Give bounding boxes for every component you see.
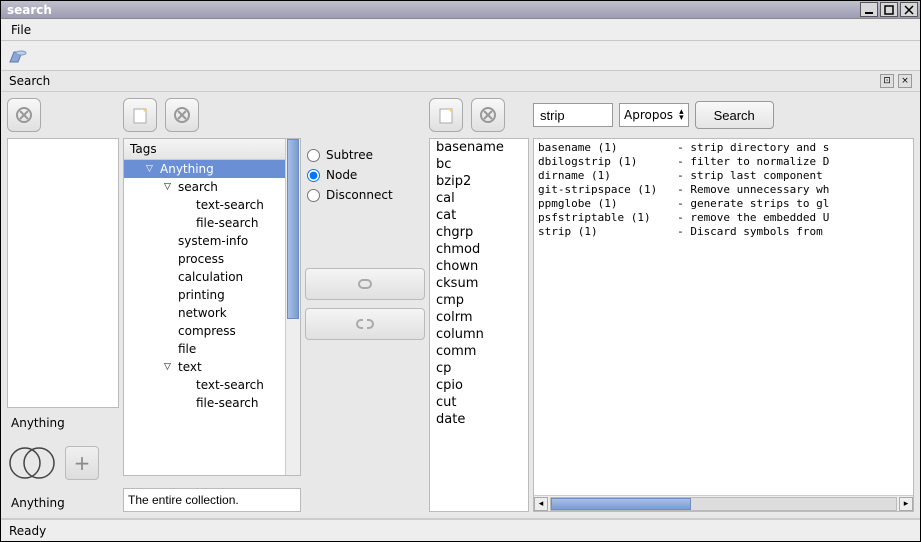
- tags-header: Tags: [124, 139, 300, 160]
- tree-item[interactable]: file-search: [124, 214, 300, 232]
- tag-description-input[interactable]: [123, 488, 301, 512]
- tree-item[interactable]: ▽ Anything: [124, 160, 300, 178]
- status-text: Ready: [9, 524, 46, 538]
- command-list[interactable]: basenamebcbzip2calcatchgrpchmodchowncksu…: [429, 138, 529, 512]
- tree-item[interactable]: ▽ search: [124, 178, 300, 196]
- tree-item[interactable]: printing: [124, 286, 300, 304]
- combo-arrows-icon: ▴▾: [679, 109, 684, 121]
- result-line[interactable]: git-stripspace (1) - Remove unnecessary …: [538, 183, 909, 197]
- new-cmd-button[interactable]: [429, 98, 463, 132]
- list-item[interactable]: bzip2: [430, 173, 528, 190]
- tree-item[interactable]: system-info: [124, 232, 300, 250]
- tree-item[interactable]: ▽ text: [124, 358, 300, 376]
- result-line[interactable]: dirname (1) - strip last component: [538, 169, 909, 183]
- unlink-button[interactable]: [305, 308, 425, 340]
- add-button[interactable]: +: [65, 446, 99, 480]
- list-item[interactable]: comm: [430, 343, 528, 360]
- list-item[interactable]: cut: [430, 394, 528, 411]
- tree-item[interactable]: text-search: [124, 196, 300, 214]
- list-item[interactable]: date: [430, 411, 528, 428]
- tree-item[interactable]: process: [124, 250, 300, 268]
- list-item[interactable]: cksum: [430, 275, 528, 292]
- tree-item[interactable]: file-search: [124, 394, 300, 412]
- result-line[interactable]: psfstriptable (1) - remove the embedded …: [538, 211, 909, 225]
- result-line[interactable]: dbilogstrip (1) - filter to normalize D: [538, 155, 909, 169]
- search-button[interactable]: Search: [695, 101, 774, 129]
- result-line[interactable]: basename (1) - strip directory and s: [538, 141, 909, 155]
- list-item[interactable]: colrm: [430, 309, 528, 326]
- tool-icon[interactable]: [7, 45, 29, 67]
- clear-tag-button[interactable]: [165, 98, 199, 132]
- new-tag-button[interactable]: [123, 98, 157, 132]
- menu-file[interactable]: File: [1, 20, 41, 40]
- list-item[interactable]: cat: [430, 207, 528, 224]
- list-item[interactable]: chown: [430, 258, 528, 275]
- anything-label-1: Anything: [7, 414, 119, 432]
- list-item[interactable]: chgrp: [430, 224, 528, 241]
- hscroll-right-icon[interactable]: ▸: [899, 497, 913, 511]
- statusbar: Ready: [1, 519, 920, 541]
- list-item[interactable]: cal: [430, 190, 528, 207]
- toolbar: [1, 41, 920, 71]
- list-item[interactable]: cmp: [430, 292, 528, 309]
- radio-node[interactable]: Node: [307, 168, 423, 182]
- list-item[interactable]: cpio: [430, 377, 528, 394]
- venn-icon[interactable]: [7, 438, 57, 488]
- subheader-label: Search: [9, 74, 50, 88]
- results-pane[interactable]: basename (1) - strip directory and sdbil…: [534, 139, 913, 495]
- menubar: File: [1, 19, 920, 41]
- titlebar: search: [1, 1, 920, 19]
- result-line[interactable]: strip (1) - Discard symbols from: [538, 225, 909, 239]
- selection-panel: [7, 138, 119, 408]
- tree-item[interactable]: text-search: [124, 376, 300, 394]
- close-button[interactable]: [900, 2, 918, 17]
- result-line[interactable]: ppmglobe (1) - generate strips to gl: [538, 197, 909, 211]
- tree-item[interactable]: compress: [124, 322, 300, 340]
- hscroll-left-icon[interactable]: ◂: [534, 497, 548, 511]
- list-item[interactable]: bc: [430, 156, 528, 173]
- tags-scrollbar[interactable]: [285, 160, 300, 426]
- list-item[interactable]: chmod: [430, 241, 528, 258]
- subheader: Search ⊡ ×: [1, 71, 920, 92]
- search-input[interactable]: [533, 103, 613, 127]
- results-hscroll[interactable]: ◂ ▸: [534, 495, 913, 511]
- tags-tree[interactable]: ▽ Anything▽ searchtext-searchfile-search…: [124, 160, 300, 426]
- search-mode-combo[interactable]: Apropos ▴▾: [619, 103, 689, 127]
- link-button[interactable]: [305, 268, 425, 300]
- list-item[interactable]: basename: [430, 139, 528, 156]
- list-item[interactable]: cp: [430, 360, 528, 377]
- tree-item[interactable]: file: [124, 340, 300, 358]
- close-pane-button[interactable]: ×: [898, 74, 912, 88]
- list-item[interactable]: column: [430, 326, 528, 343]
- tree-item[interactable]: calculation: [124, 268, 300, 286]
- radio-disconnect[interactable]: Disconnect: [307, 188, 423, 202]
- tree-item[interactable]: network: [124, 304, 300, 322]
- window-title: search: [3, 3, 52, 17]
- clear-button-1[interactable]: [7, 98, 41, 132]
- anything-label-2: Anything: [7, 494, 119, 512]
- detach-button[interactable]: ⊡: [880, 74, 894, 88]
- radio-subtree[interactable]: Subtree: [307, 148, 423, 162]
- minimize-button[interactable]: [860, 2, 878, 17]
- clear-cmd-button[interactable]: [471, 98, 505, 132]
- maximize-button[interactable]: [880, 2, 898, 17]
